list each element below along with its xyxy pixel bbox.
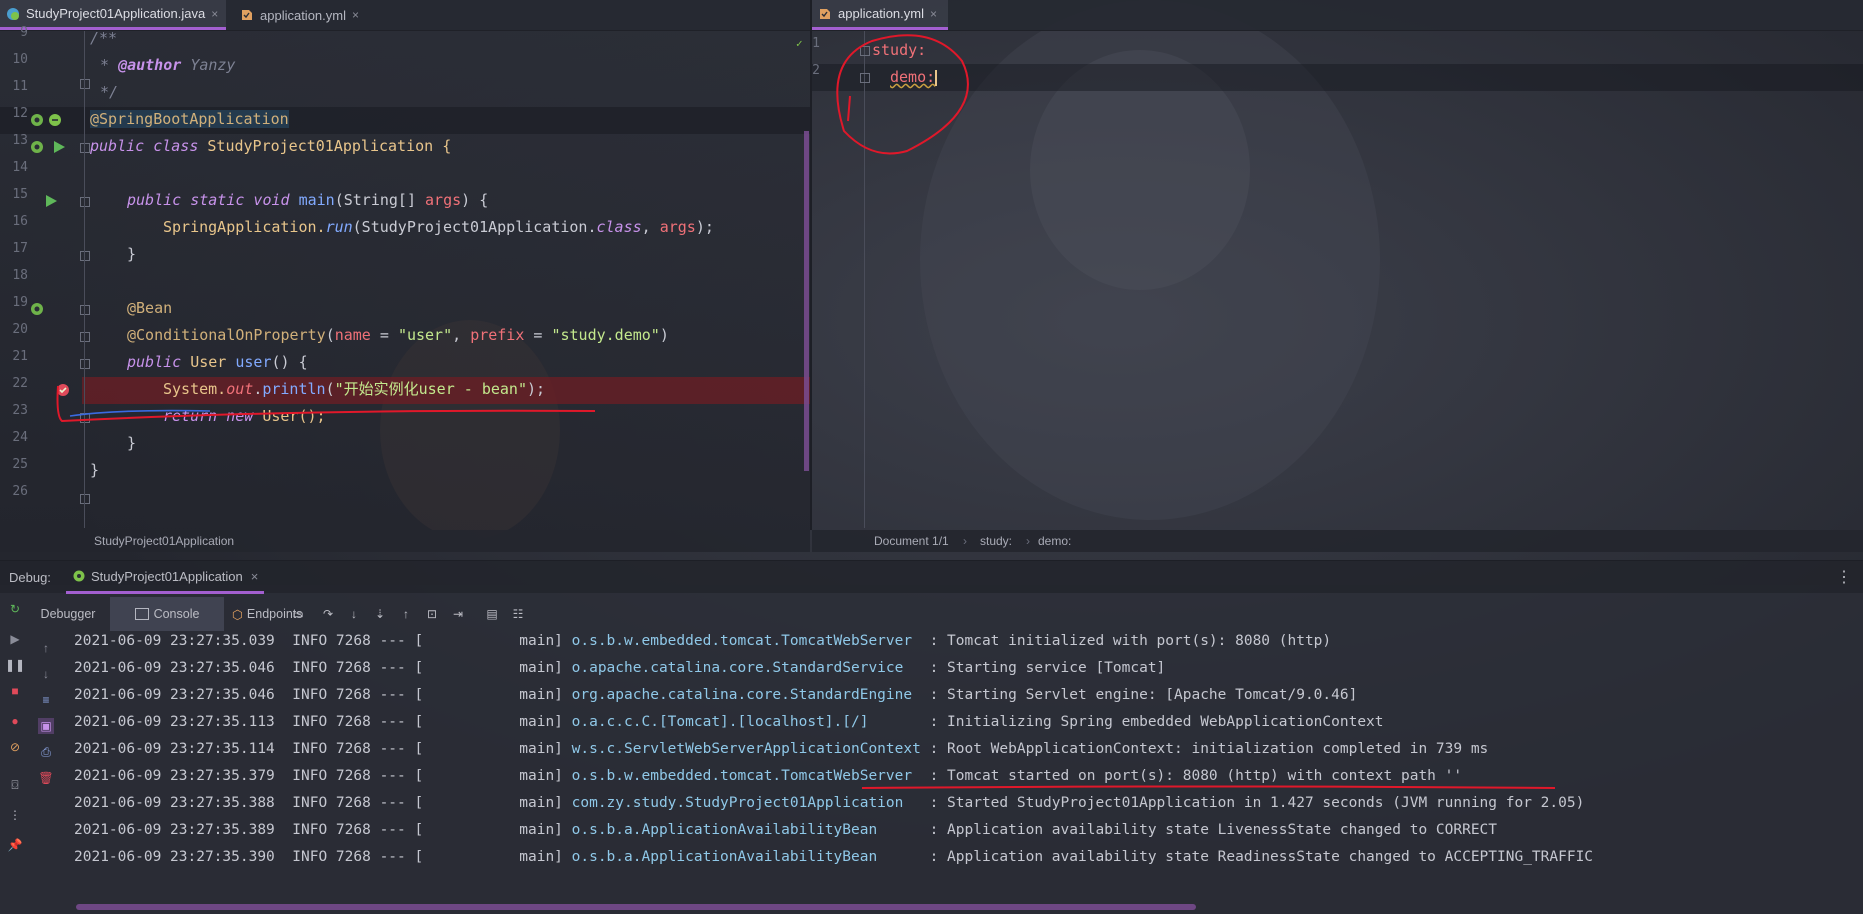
step-into-icon[interactable]: ↓ [346,606,362,622]
drop-frame-icon[interactable]: ⊡ [424,606,440,622]
java-editor[interactable]: 9 10 11 12 13 14 15 16 17 18 19 20 21 22… [0,25,810,528]
breadcrumb-separator: › [1026,534,1030,548]
red-underline-annotation [861,785,1556,789]
debug-subtabs: Debugger Console ⬡ Endpoints ▭ ↷ ↓ ⇣ ↑ ⊡… [34,597,1863,631]
step-over-icon[interactable]: ↷ [320,606,336,622]
tab-console[interactable]: Console [110,597,224,631]
endpoints-icon: ⬡ [232,607,243,622]
red-underline-annotation [56,385,596,423]
breadcrumb-item[interactable]: demo: [1038,530,1071,552]
run-to-cursor-icon[interactable]: ⇥ [450,606,466,622]
debug-session-tab[interactable]: StudyProject01Application × [66,561,265,594]
tab-console-label: Console [153,607,200,621]
settings-icon[interactable]: ☷ [510,606,526,622]
close-icon[interactable]: × [930,7,937,21]
force-step-into-icon[interactable]: ⇣ [372,606,388,622]
debug-bug-icon [73,570,85,582]
evaluate-icon[interactable]: ▤ [484,606,500,622]
debug-header: Debug: StudyProject01Application × ⋮ [0,560,1863,594]
tab-application-yml[interactable]: application.yml × [234,0,368,30]
close-icon[interactable]: × [211,7,218,21]
yml-icon [818,7,832,21]
tab-debugger[interactable]: Debugger [34,597,102,631]
right-editor-tabbar: application.yml × [812,0,1863,31]
red-circle-annotation [836,34,969,155]
tab-label: StudyProject01Application.java [26,6,206,21]
tab-label: application.yml [260,7,346,23]
debug-session-label: StudyProject01Application [91,568,243,584]
breadcrumb-class[interactable]: StudyProject01Application [94,530,234,552]
close-icon[interactable]: × [352,8,359,22]
close-icon[interactable]: × [251,569,259,584]
tab-application-yml-right[interactable]: application.yml × [812,0,948,30]
layout-icon[interactable]: ▭ [290,606,306,622]
spring-java-icon [6,7,20,21]
debug-label: Debug: [9,570,51,585]
yml-icon [240,8,254,22]
console-icon [134,608,149,620]
yml-editor[interactable]: 1 2 study: demo: [812,31,1863,528]
step-out-icon[interactable]: ↑ [398,606,414,622]
more-options-icon[interactable]: ⋮ [1836,567,1852,587]
check-icon: ✓ [796,37,803,50]
breadcrumb-item[interactable]: study: [980,530,1012,552]
breadcrumb-separator: › [963,534,967,548]
tab-label: application.yml [838,6,924,21]
console-horizontal-scrollbar[interactable] [76,904,1196,910]
rerun-icon[interactable]: ↻ [7,601,23,617]
document-indicator: Document 1/1 [874,534,949,548]
left-editor-tabbar: StudyProject01Application.java × applica… [0,0,810,31]
editor-scrollbar[interactable] [804,131,809,471]
right-breadcrumb-bar: Document 1/1 › study: › demo: [812,530,1863,552]
left-breadcrumb-bar: StudyProject01Application [0,530,810,552]
console-output[interactable]: 2021-06-09 23:27:35.039 INFO 7268 --- [ … [0,628,1863,898]
